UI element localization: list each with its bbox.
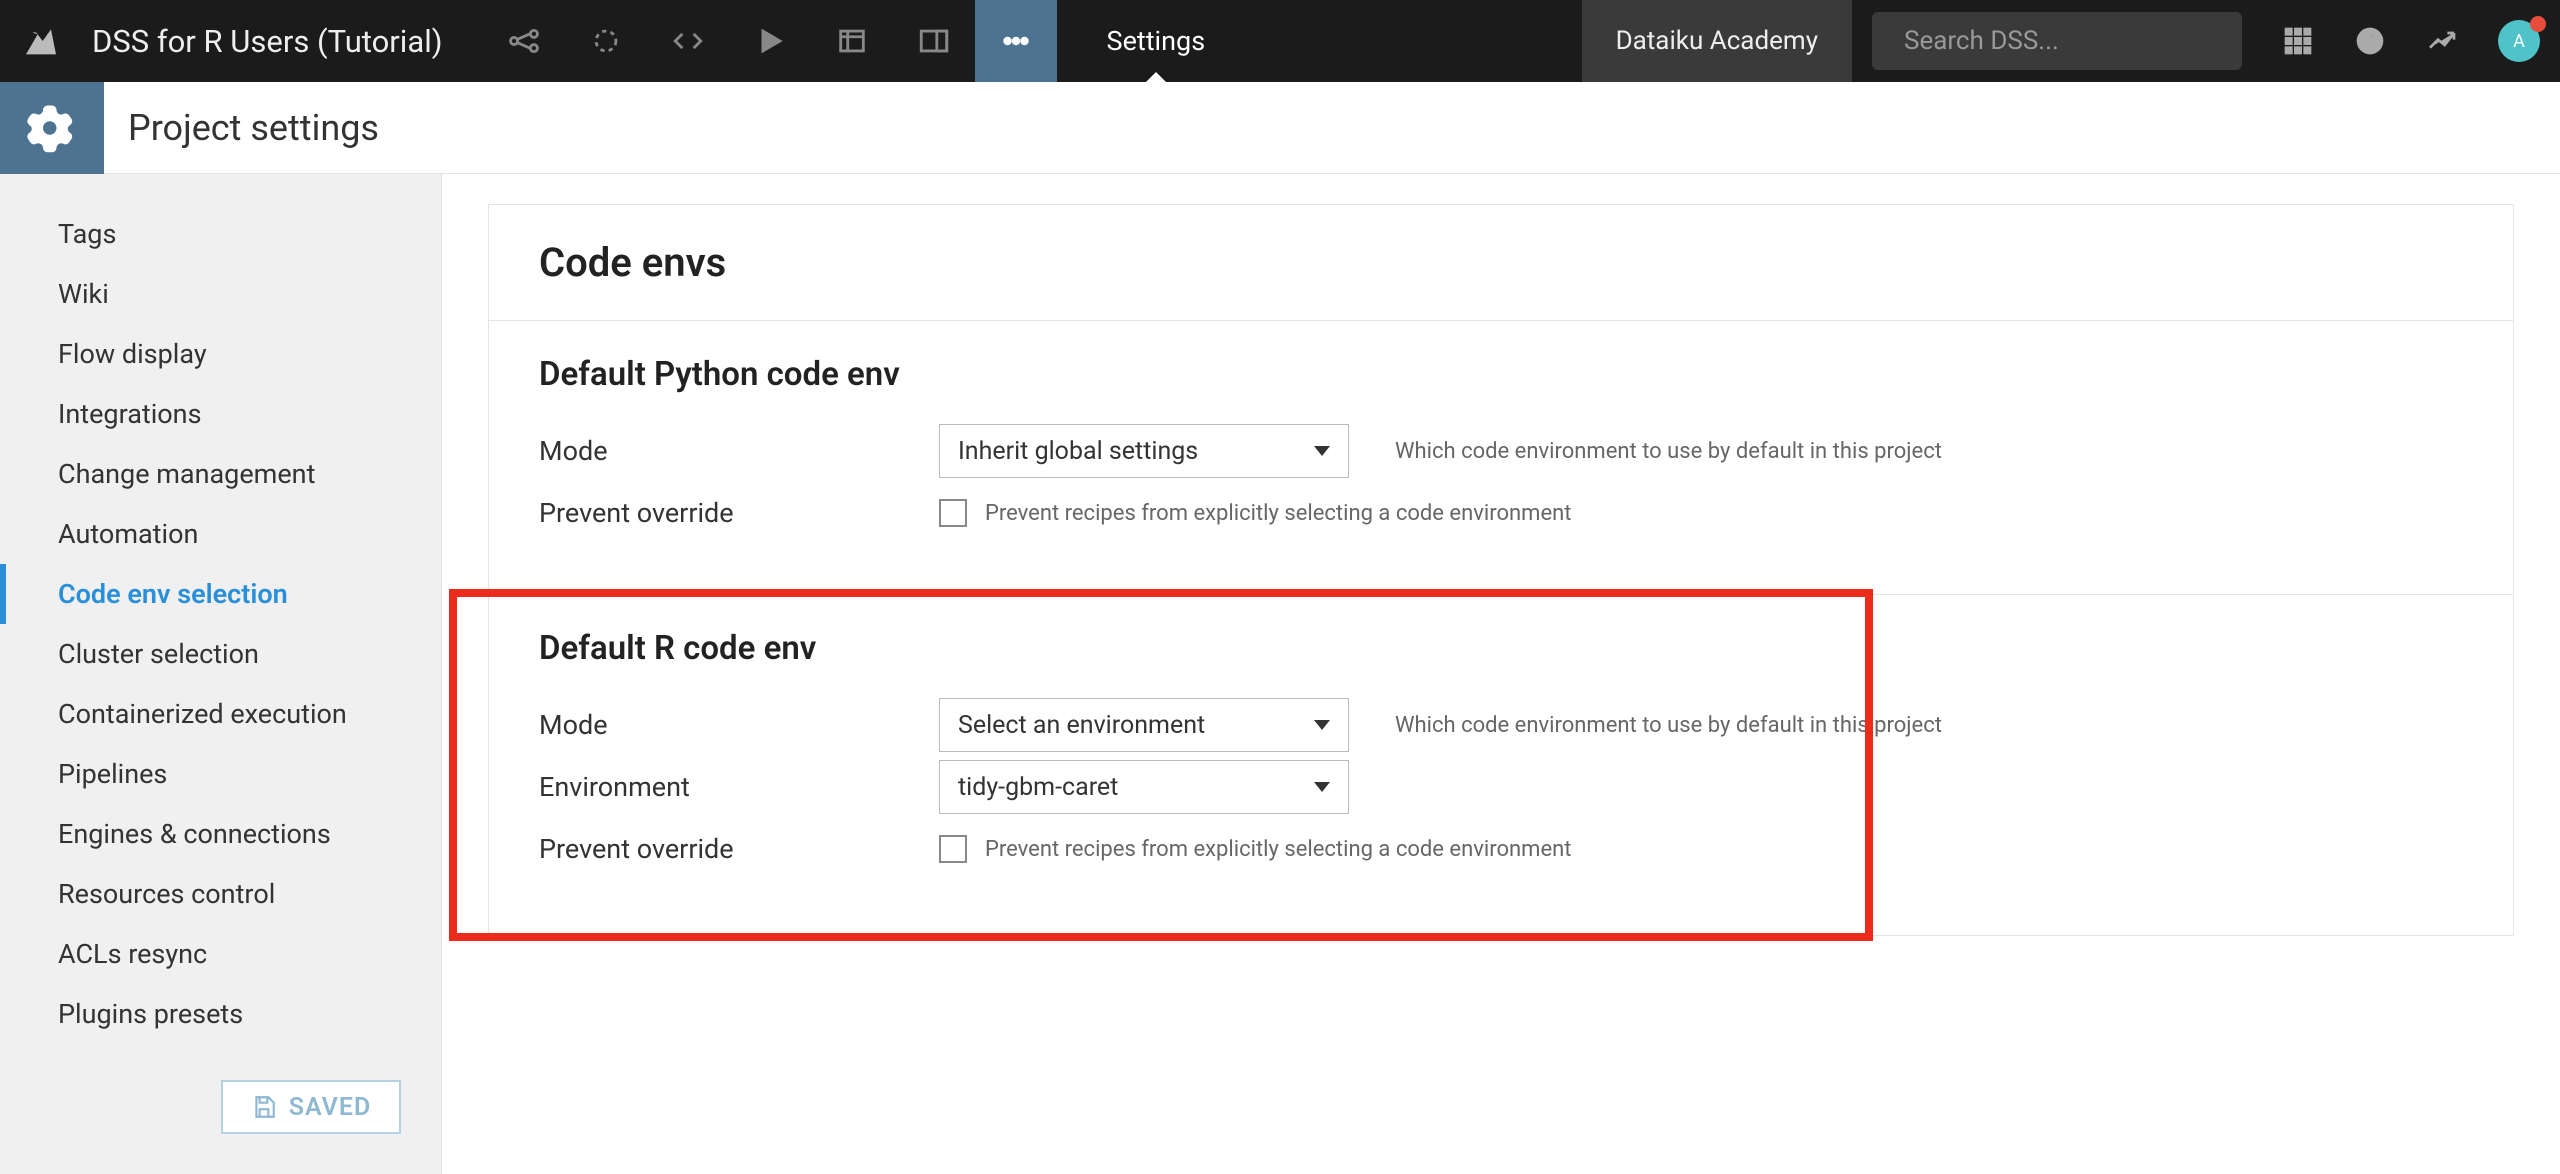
r-env-label: Environment bbox=[539, 771, 939, 803]
dashboard-icon[interactable] bbox=[811, 0, 893, 82]
sidebar-item-code-env-selection[interactable]: Code env selection bbox=[0, 564, 441, 624]
notification-dot bbox=[2530, 16, 2546, 32]
r-mode-value: Select an environment bbox=[958, 711, 1205, 740]
play-icon[interactable] bbox=[729, 0, 811, 82]
sidebar-item-cluster-selection[interactable]: Cluster selection bbox=[0, 624, 441, 684]
python-mode-label: Mode bbox=[539, 435, 939, 467]
r-prevent-checkbox[interactable] bbox=[939, 835, 967, 863]
r-section: Default R code env Mode Select an enviro… bbox=[489, 595, 2513, 935]
more-icon[interactable] bbox=[975, 0, 1057, 82]
dataiku-logo-icon[interactable] bbox=[0, 0, 82, 82]
settings-gears-icon bbox=[0, 82, 104, 174]
python-mode-value: Inherit global settings bbox=[958, 437, 1198, 466]
subheader: Project settings bbox=[0, 82, 2560, 174]
sidebar: TagsWikiFlow displayIntegrationsChange m… bbox=[0, 174, 442, 1174]
apps-icon[interactable] bbox=[2262, 0, 2334, 82]
code-envs-card: Code envs Default Python code env Mode I… bbox=[488, 204, 2514, 936]
help-icon[interactable]: ? bbox=[2334, 0, 2406, 82]
toolbar-icons bbox=[483, 0, 1057, 82]
r-prevent-hint: Prevent recipes from explicitly selectin… bbox=[985, 837, 1572, 862]
sidebar-item-change-management[interactable]: Change management bbox=[0, 444, 441, 504]
python-section: Default Python code env Mode Inherit glo… bbox=[489, 321, 2513, 595]
sidebar-item-containerized-execution[interactable]: Containerized execution bbox=[0, 684, 441, 744]
dataiku-academy-link[interactable]: Dataiku Academy bbox=[1582, 0, 1852, 82]
r-mode-label: Mode bbox=[539, 709, 939, 741]
python-mode-hint: Which code environment to use by default… bbox=[1395, 439, 1942, 464]
sidebar-item-wiki[interactable]: Wiki bbox=[0, 264, 441, 324]
r-env-select[interactable]: tidy-gbm-caret bbox=[939, 760, 1349, 814]
python-prevent-checkbox[interactable] bbox=[939, 499, 967, 527]
r-heading: Default R code env bbox=[539, 629, 2463, 668]
chevron-down-icon bbox=[1314, 782, 1330, 792]
content: Code envs Default Python code env Mode I… bbox=[442, 174, 2560, 1174]
tab-settings[interactable]: Settings bbox=[1057, 0, 1256, 82]
activity-icon[interactable] bbox=[2406, 0, 2478, 82]
save-icon bbox=[251, 1094, 277, 1120]
svg-text:?: ? bbox=[2365, 29, 2375, 53]
project-title[interactable]: DSS for R Users (Tutorial) bbox=[92, 23, 443, 60]
sidebar-item-automation[interactable]: Automation bbox=[0, 504, 441, 564]
r-env-value: tidy-gbm-caret bbox=[958, 773, 1118, 802]
sidebar-item-engines-connections[interactable]: Engines & connections bbox=[0, 804, 441, 864]
r-mode-hint: Which code environment to use by default… bbox=[1395, 713, 1942, 738]
card-title: Code envs bbox=[539, 239, 2463, 286]
chevron-down-icon bbox=[1314, 720, 1330, 730]
sidebar-item-flow-display[interactable]: Flow display bbox=[0, 324, 441, 384]
sidebar-item-plugins-presets[interactable]: Plugins presets bbox=[0, 984, 441, 1044]
sidebar-item-pipelines[interactable]: Pipelines bbox=[0, 744, 441, 804]
python-prevent-label: Prevent override bbox=[539, 497, 939, 529]
python-prevent-hint: Prevent recipes from explicitly selectin… bbox=[985, 501, 1572, 526]
topbar: DSS for R Users (Tutorial) Settings Data… bbox=[0, 0, 2560, 82]
sidebar-item-acls-resync[interactable]: ACLs resync bbox=[0, 924, 441, 984]
code-icon[interactable] bbox=[647, 0, 729, 82]
sidebar-item-tags[interactable]: Tags bbox=[0, 204, 441, 264]
panel-icon[interactable] bbox=[893, 0, 975, 82]
save-label: SAVED bbox=[289, 1093, 372, 1122]
python-mode-select[interactable]: Inherit global settings bbox=[939, 424, 1349, 478]
search-box[interactable] bbox=[1872, 12, 2242, 70]
search-input[interactable] bbox=[1904, 26, 2238, 56]
chevron-down-icon bbox=[1314, 446, 1330, 456]
r-prevent-label: Prevent override bbox=[539, 833, 939, 865]
recipes-icon[interactable] bbox=[565, 0, 647, 82]
sidebar-item-resources-control[interactable]: Resources control bbox=[0, 864, 441, 924]
sidebar-item-integrations[interactable]: Integrations bbox=[0, 384, 441, 444]
page-title: Project settings bbox=[128, 107, 379, 149]
save-button[interactable]: SAVED bbox=[221, 1080, 401, 1134]
flow-icon[interactable] bbox=[483, 0, 565, 82]
r-mode-select[interactable]: Select an environment bbox=[939, 698, 1349, 752]
python-heading: Default Python code env bbox=[539, 355, 2463, 394]
user-avatar[interactable]: A bbox=[2498, 20, 2540, 62]
